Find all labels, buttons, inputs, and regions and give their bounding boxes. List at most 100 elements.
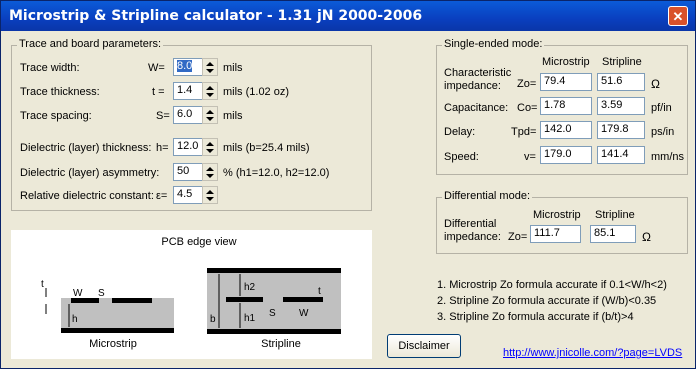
trace-spacing-symbol: S= bbox=[156, 110, 170, 122]
spin-up-icon[interactable] bbox=[206, 167, 214, 171]
trace-thickness-input[interactable]: 1.4 bbox=[173, 82, 203, 100]
pcb-edge-view-diagram: PCB edge view t W S h Microstrip b h2 h1… bbox=[41, 236, 341, 350]
stripline-trace-right bbox=[283, 297, 323, 302]
window-title: Microstrip & Stripline calculator - 1.31… bbox=[9, 8, 423, 24]
impedance-label-1: Characteristic bbox=[444, 67, 512, 79]
dielectric-constant-label: Relative dielectric constant: bbox=[20, 190, 154, 202]
v-stripline-output: 141.4 bbox=[597, 146, 645, 164]
stripline-t-label: t bbox=[318, 286, 321, 297]
pcb-title: PCB edge view bbox=[161, 236, 236, 248]
diff-impedance-label-2: impedance: bbox=[444, 231, 501, 243]
dielectric-thickness-unit: mils (b=25.4 mils) bbox=[223, 142, 310, 154]
dielectric-thickness-label: Dielectric (layer) thickness: bbox=[20, 142, 152, 154]
speed-unit: mm/ns bbox=[651, 151, 684, 163]
note-1: 1. Microstrip Zo formula accurate if 0.1… bbox=[437, 279, 667, 291]
spin-down-icon[interactable] bbox=[206, 197, 214, 201]
dielectric-thickness-symbol: h= bbox=[156, 142, 169, 154]
impedance-unit: Ω bbox=[651, 77, 660, 91]
microstrip-caption: Microstrip bbox=[89, 338, 137, 350]
dielectric-asymmetry-unit: % (h1=12.0, h2=12.0) bbox=[223, 167, 330, 179]
microstrip-ground bbox=[61, 328, 174, 333]
spin-up-icon[interactable] bbox=[206, 62, 214, 66]
trace-width-value: 8.0 bbox=[177, 60, 193, 72]
dielectric-thickness-input[interactable]: 12.0 bbox=[173, 138, 203, 156]
spin-up-icon[interactable] bbox=[206, 110, 214, 114]
single-ended-group-label: Single-ended mode: bbox=[442, 38, 545, 50]
microstrip-w-label: W bbox=[73, 288, 83, 299]
spin-up-icon[interactable] bbox=[206, 86, 214, 90]
diff-zo-microstrip-output: 111.7 bbox=[530, 225, 581, 243]
trace-spacing-unit: mils bbox=[223, 110, 243, 122]
stripline-w-label: W bbox=[299, 308, 309, 319]
title-bar[interactable]: Microstrip & Stripline calculator - 1.31… bbox=[1, 1, 695, 31]
spin-up-icon[interactable] bbox=[206, 190, 214, 194]
capacitance-unit: pf/in bbox=[651, 102, 672, 114]
stripline-s-label: S bbox=[269, 308, 276, 319]
dielectric-constant-symbol: ε= bbox=[156, 190, 168, 202]
trace-width-spinner[interactable] bbox=[202, 58, 218, 76]
capacitance-symbol: Co= bbox=[517, 102, 538, 114]
stripline-bottom-plane bbox=[207, 329, 341, 334]
delay-unit: ps/in bbox=[651, 126, 675, 138]
diff-zo-stripline-output: 85.1 bbox=[590, 225, 636, 243]
speed-label: Speed: bbox=[444, 151, 479, 163]
impedance-symbol: Zo= bbox=[517, 78, 537, 90]
dielectric-asymmetry-input[interactable]: 50 bbox=[173, 163, 203, 181]
stripline-trace-left bbox=[226, 297, 263, 302]
zo-microstrip-output: 79.4 bbox=[540, 73, 592, 91]
dielectric-constant-spinner[interactable] bbox=[202, 186, 218, 204]
trace-thickness-unit: mils (1.02 oz) bbox=[223, 86, 290, 98]
microstrip-trace-right bbox=[112, 298, 152, 303]
dielectric-constant-input[interactable]: 4.5 bbox=[173, 186, 203, 204]
trace-thickness-label: Trace thickness: bbox=[20, 86, 100, 98]
stripline-caption: Stripline bbox=[261, 338, 301, 350]
spin-down-icon[interactable] bbox=[206, 174, 214, 178]
trace-thickness-symbol: t = bbox=[152, 86, 165, 98]
spin-down-icon[interactable] bbox=[206, 149, 214, 153]
dielectric-asymmetry-label: Dielectric (layer) asymmetry: bbox=[20, 167, 160, 179]
note-3: 3. Stripline Zo formula accurate if (b/t… bbox=[437, 311, 634, 323]
co-stripline-output: 3.59 bbox=[597, 97, 645, 115]
diff-impedance-label-1: Differential bbox=[444, 218, 497, 230]
trace-spacing-label: Trace spacing: bbox=[20, 110, 92, 122]
trace-spacing-input[interactable]: 6.0 bbox=[173, 106, 203, 124]
v-microstrip-output: 179.0 bbox=[540, 146, 592, 164]
trace-board-group-label: Trace and board parameters: bbox=[17, 38, 164, 50]
dielectric-thickness-spinner[interactable] bbox=[202, 138, 218, 156]
diff-impedance-symbol: Zo= bbox=[508, 231, 528, 243]
note-2: 2. Stripline Zo formula accurate if (W/b… bbox=[437, 295, 657, 307]
dielectric-asymmetry-spinner[interactable] bbox=[202, 163, 218, 181]
impedance-label-2: impedance: bbox=[444, 80, 501, 92]
stripline-top-plane bbox=[207, 268, 341, 273]
diff-impedance-unit: Ω bbox=[642, 230, 651, 244]
trace-width-input[interactable]: 8.0 bbox=[173, 58, 203, 76]
trace-thickness-spinner[interactable] bbox=[202, 82, 218, 100]
delay-symbol: Tpd= bbox=[511, 126, 537, 138]
microstrip-t-label: t bbox=[41, 279, 44, 290]
spin-down-icon[interactable] bbox=[206, 93, 214, 97]
capacitance-label: Capacitance: bbox=[444, 102, 509, 114]
trace-width-unit: mils bbox=[223, 62, 243, 74]
trace-spacing-spinner[interactable] bbox=[202, 106, 218, 124]
microstrip-diagram: t W S h Microstrip bbox=[41, 279, 174, 350]
calculator-window: Microstrip & Stripline calculator - 1.31… bbox=[0, 0, 696, 369]
microstrip-h-label: h bbox=[72, 314, 78, 325]
stripline-h2-label: h2 bbox=[244, 282, 256, 293]
spin-down-icon[interactable] bbox=[206, 69, 214, 73]
trace-width-label: Trace width: bbox=[20, 62, 80, 74]
zo-stripline-output: 51.6 bbox=[597, 73, 645, 91]
close-button[interactable]: ✕ bbox=[668, 6, 688, 26]
microstrip-s-label: S bbox=[98, 288, 105, 299]
differential-group-label: Differential mode: bbox=[442, 190, 533, 202]
stripline-diagram: b h2 h1 S W t Stripline bbox=[207, 268, 341, 350]
single-col-stripline: Stripline bbox=[602, 56, 642, 68]
disclaimer-button[interactable]: Disclaimer bbox=[387, 334, 461, 358]
spin-up-icon[interactable] bbox=[206, 142, 214, 146]
spin-down-icon[interactable] bbox=[206, 117, 214, 121]
delay-label: Delay: bbox=[444, 126, 476, 138]
tpd-microstrip-output: 142.0 bbox=[540, 121, 592, 139]
stripline-h1-label: h1 bbox=[244, 313, 256, 324]
diff-col-microstrip: Microstrip bbox=[533, 209, 581, 221]
lvds-link[interactable]: http://www.jnicolle.com/?page=LVDS bbox=[503, 347, 682, 359]
trace-width-symbol: W= bbox=[148, 62, 165, 74]
